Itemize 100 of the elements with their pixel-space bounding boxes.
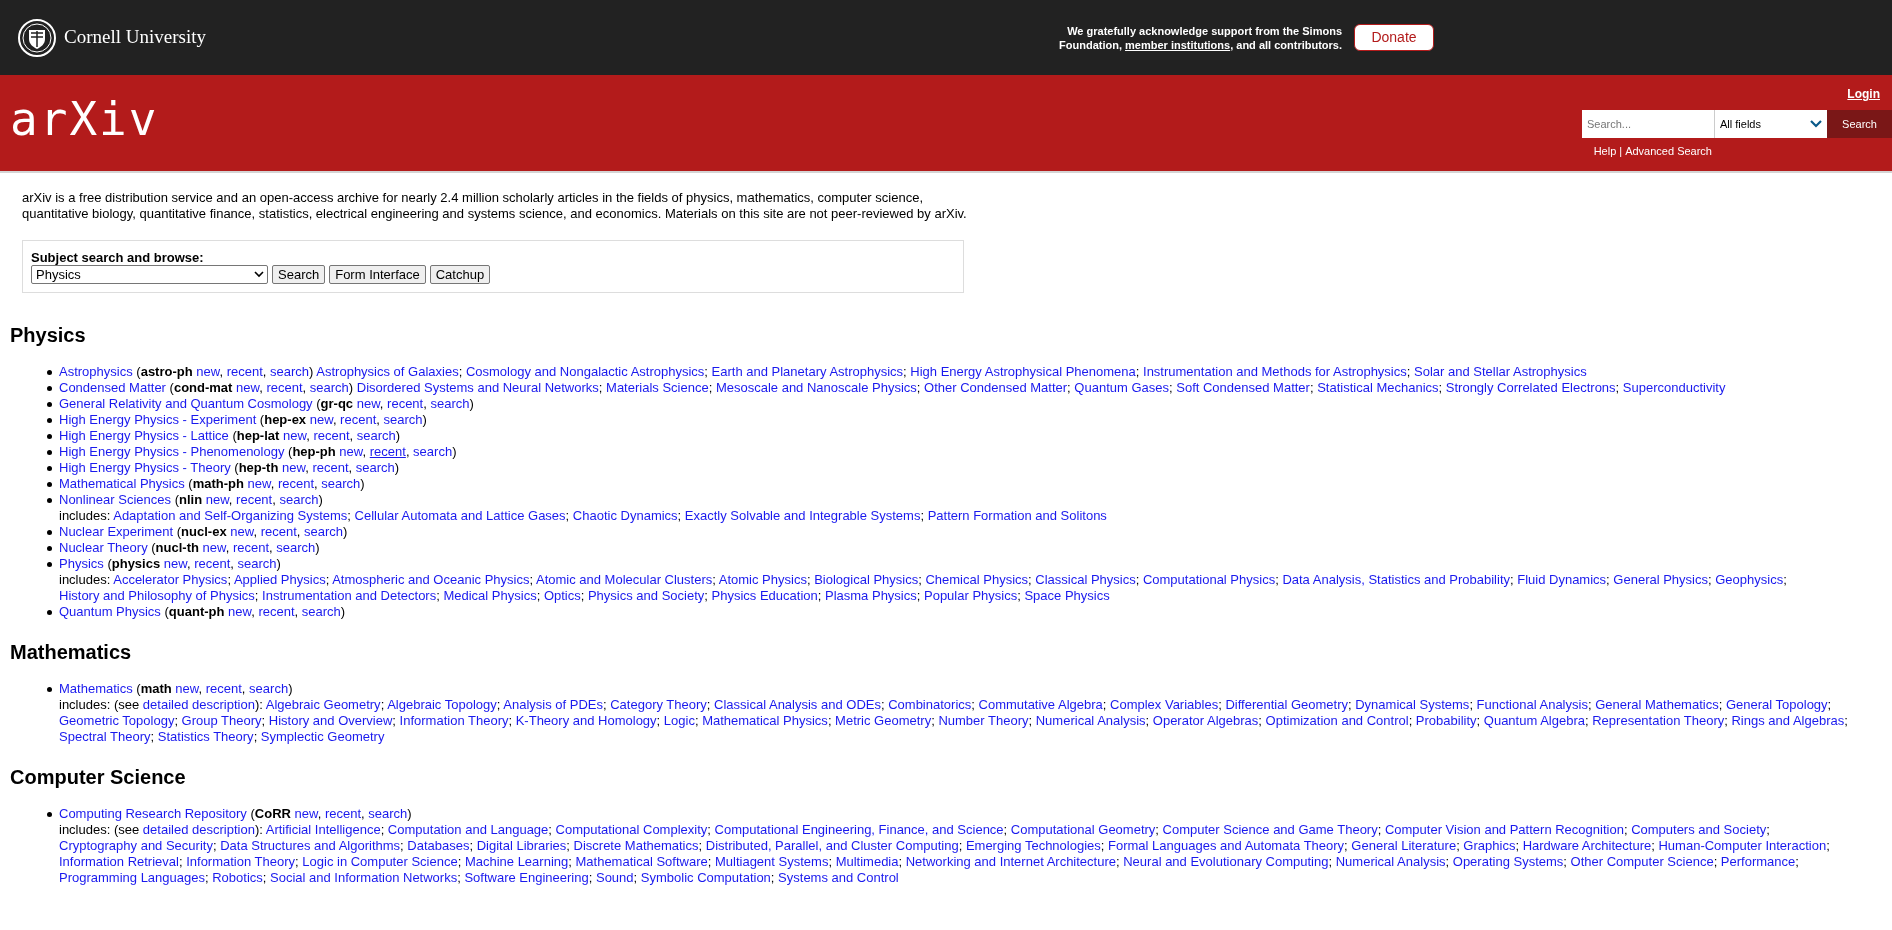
category-link[interactable]: High Energy Physics - Lattice	[59, 428, 229, 443]
subject-link[interactable]: Discrete Mathematics	[573, 838, 699, 853]
subject-link[interactable]: High Energy Astrophysical Phenomena	[910, 364, 1136, 379]
subject-link[interactable]: History and Philosophy of Physics	[59, 588, 255, 603]
subject-link[interactable]: Data Analysis, Statistics and Probability	[1282, 572, 1510, 587]
subject-link[interactable]: General Topology	[1725, 697, 1828, 712]
subject-link[interactable]: Software Engineering	[464, 870, 589, 885]
subject-link[interactable]: Chaotic Dynamics	[572, 508, 678, 523]
subject-link[interactable]: Pattern Formation and Solitons	[927, 508, 1107, 523]
university-name[interactable]: Cornell University	[64, 23, 206, 52]
subject-link[interactable]: Disordered Systems and Neural Networks	[356, 380, 599, 395]
category-link[interactable]: Mathematical Physics	[59, 476, 185, 491]
listing-link[interactable]: new	[163, 556, 187, 571]
category-link[interactable]: High Energy Physics - Theory	[59, 460, 231, 475]
subject-link[interactable]: K-Theory and Homology	[515, 713, 657, 728]
subject-link[interactable]: Networking and Internet Architecture	[905, 854, 1116, 869]
subject-link[interactable]: Algebraic Topology	[387, 697, 497, 712]
subject-link[interactable]: Optimization and Control	[1265, 713, 1409, 728]
search-field[interactable]: Search...	[1582, 110, 1714, 138]
subject-link[interactable]: Atomic Physics	[718, 572, 807, 587]
subject-link[interactable]: Numerical Analysis	[1035, 713, 1146, 728]
subject-link[interactable]: Systems and Control	[778, 870, 899, 885]
listing-link[interactable]: recent	[258, 604, 295, 619]
subject-link[interactable]: Computer Vision and Pattern Recognition	[1384, 822, 1624, 837]
subject-link[interactable]: General Mathematics	[1595, 697, 1719, 712]
subject-link[interactable]: Information Retrieval	[59, 854, 179, 869]
category-link[interactable]: Mathematics	[59, 681, 133, 696]
listing-link[interactable]: search	[356, 428, 396, 443]
listing-link[interactable]: search	[368, 806, 408, 821]
subject-link[interactable]: Differential Geometry	[1225, 697, 1348, 712]
search-button[interactable]: Search	[1827, 110, 1892, 138]
subject-link[interactable]: Artificial Intelligence	[265, 822, 381, 837]
subject-link[interactable]: Robotics	[212, 870, 263, 885]
listing-link[interactable]: search	[304, 524, 344, 539]
category-link[interactable]: High Energy Physics - Experiment	[59, 412, 257, 427]
form-button[interactable]: Catchup	[429, 265, 491, 284]
category-link[interactable]: Quantum Physics	[59, 604, 161, 619]
subject-link[interactable]: Plasma Physics	[825, 588, 917, 603]
subject-link[interactable]: Sound	[595, 870, 634, 885]
donate-button[interactable]: Donate	[1354, 24, 1434, 51]
category-link[interactable]: High Energy Physics - Phenomenology	[59, 444, 285, 459]
subject-link[interactable]: Computer Science and Game Theory	[1162, 822, 1378, 837]
subject-link[interactable]: Functional Analysis	[1476, 697, 1588, 712]
detailed-description-link[interactable]: detailed description	[142, 697, 255, 712]
subject-link[interactable]: Algebraic Geometry	[265, 697, 381, 712]
listing-link[interactable]: new	[202, 540, 226, 555]
subject-link[interactable]: Superconductivity	[1622, 380, 1726, 395]
subject-link[interactable]: Medical Physics	[443, 588, 537, 603]
subject-link[interactable]: Cellular Automata and Lattice Gases	[354, 508, 566, 523]
form-button[interactable]: Search	[272, 265, 326, 284]
subject-link[interactable]: Numerical Analysis	[1335, 854, 1446, 869]
subject-link[interactable]: Cryptography and Security	[59, 838, 213, 853]
listing-link[interactable]: recent	[205, 681, 242, 696]
listing-link[interactable]: search	[309, 380, 349, 395]
subject-link[interactable]: Emerging Technologies	[965, 838, 1101, 853]
category-link[interactable]: Nonlinear Sciences	[59, 492, 171, 507]
subject-link[interactable]: Analysis of PDEs	[503, 697, 603, 712]
listing-link[interactable]: search	[430, 396, 470, 411]
category-link[interactable]: Condensed Matter	[59, 380, 166, 395]
listing-link[interactable]: search	[383, 412, 423, 427]
subject-link[interactable]: Quantum Algebra	[1483, 713, 1585, 728]
subject-link[interactable]: Number Theory	[938, 713, 1029, 728]
listing-link[interactable]: search	[301, 604, 341, 619]
form-button[interactable]: Form Interface	[329, 265, 426, 284]
listing-link[interactable]: recent	[226, 364, 263, 379]
subject-link[interactable]: Statistical Mechanics	[1317, 380, 1439, 395]
subject-link[interactable]: Symbolic Computation	[640, 870, 771, 885]
listing-link[interactable]: recent	[312, 460, 349, 475]
listing-link[interactable]: search	[279, 492, 319, 507]
listing-link[interactable]: search	[270, 364, 310, 379]
listing-link[interactable]: recent	[369, 444, 406, 459]
subject-link[interactable]: Group Theory	[181, 713, 262, 728]
listing-link[interactable]: new	[309, 412, 333, 427]
category-link[interactable]: Nuclear Experiment	[59, 524, 174, 539]
subject-link[interactable]: Classical Analysis and ODEs	[714, 697, 881, 712]
listing-link[interactable]: new	[356, 396, 380, 411]
subject-link[interactable]: Soft Condensed Matter	[1176, 380, 1310, 395]
listing-link[interactable]: new	[205, 492, 229, 507]
subject-link[interactable]: Strongly Correlated Electrons	[1445, 380, 1616, 395]
subject-link[interactable]: Spectral Theory	[59, 729, 151, 744]
subject-link[interactable]: Solar and Stellar Astrophysics	[1414, 364, 1587, 379]
field-select[interactable]: All fields	[1714, 110, 1827, 138]
listing-link[interactable]: search	[321, 476, 361, 491]
listing-link[interactable]: recent	[266, 380, 303, 395]
subject-link[interactable]: Logic	[663, 713, 695, 728]
detailed-description-link[interactable]: detailed description	[142, 822, 255, 837]
subject-link[interactable]: Classical Physics	[1035, 572, 1136, 587]
subject-link[interactable]: Statistics Theory	[157, 729, 254, 744]
subject-link[interactable]: Computational Engineering, Finance, and Science	[714, 822, 1004, 837]
subject-link[interactable]: Programming Languages	[59, 870, 205, 885]
subject-link[interactable]: Quantum Gases	[1074, 380, 1169, 395]
subject-link[interactable]: Logic in Computer Science	[302, 854, 458, 869]
subject-link[interactable]: Category Theory	[610, 697, 707, 712]
help-link[interactable]: Help	[1593, 143, 1617, 160]
subject-link[interactable]: Commutative Algebra	[978, 697, 1103, 712]
listing-link[interactable]: search	[276, 540, 316, 555]
subject-link[interactable]: Physics Education	[711, 588, 818, 603]
category-link[interactable]: Astrophysics	[59, 364, 133, 379]
subject-link[interactable]: Astrophysics of Galaxies	[316, 364, 459, 379]
subject-select[interactable]: Physics	[31, 265, 268, 284]
